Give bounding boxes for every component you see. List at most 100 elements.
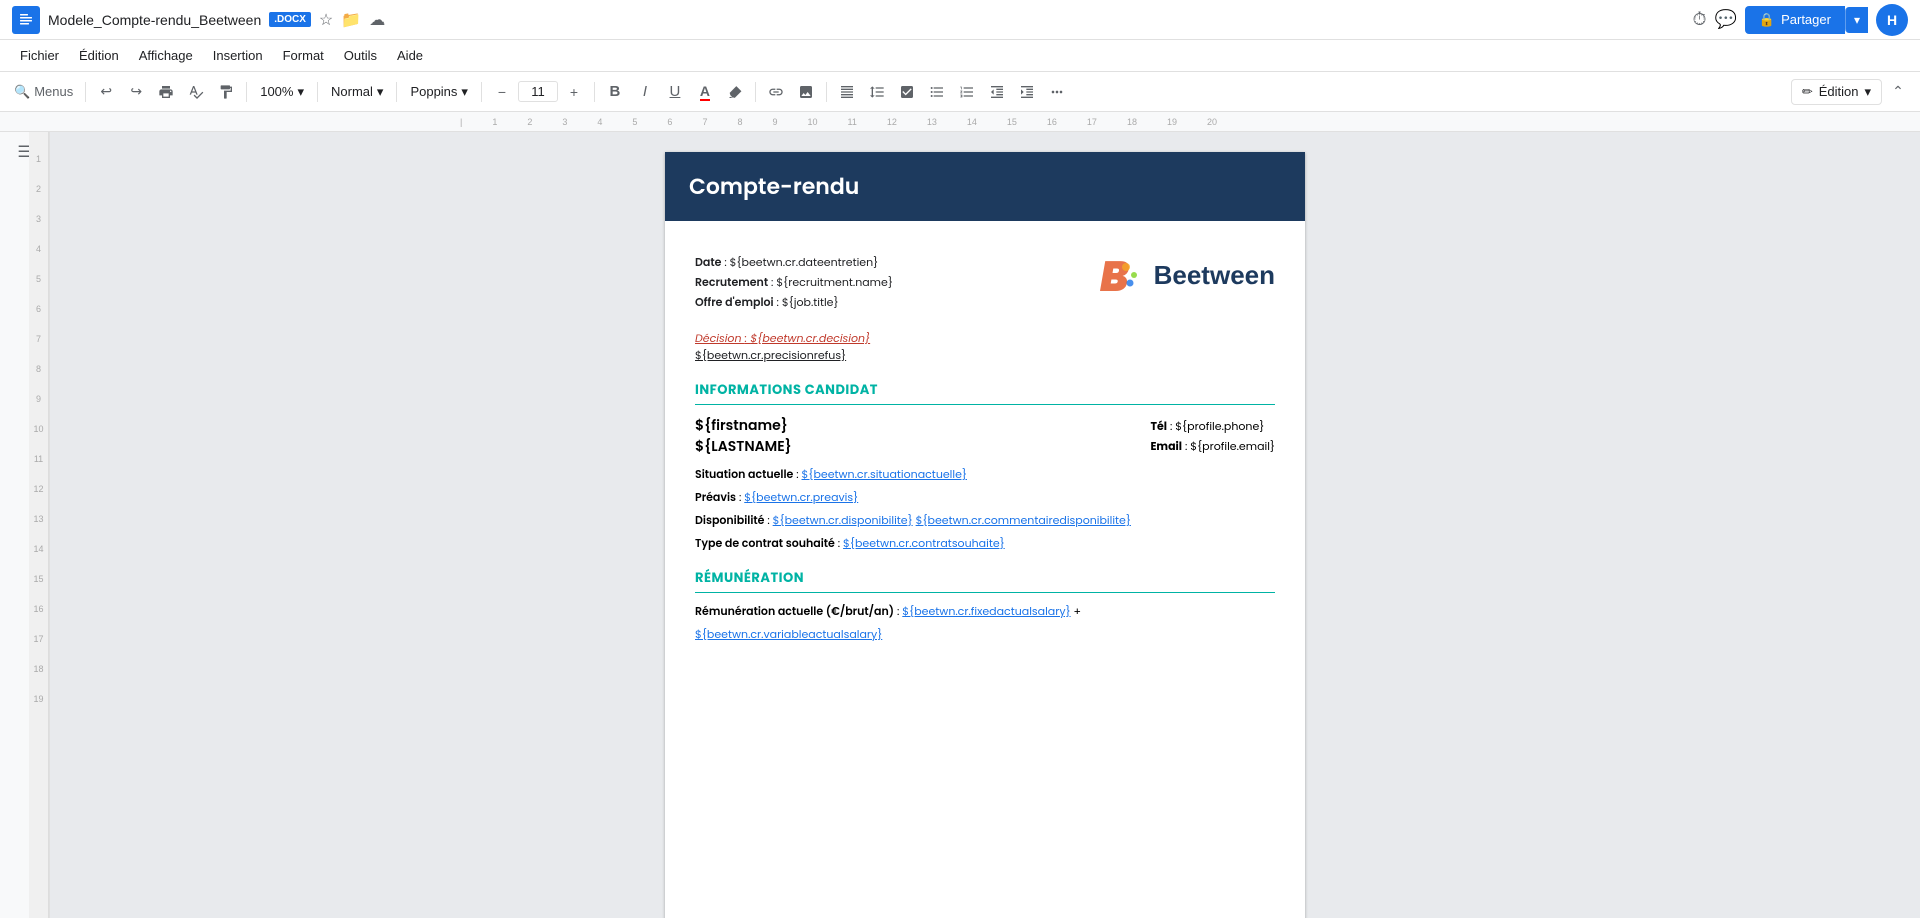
font-value: Poppins: [410, 84, 457, 99]
increase-indent-button[interactable]: [1013, 78, 1041, 106]
recrutement-field: Recrutement : ${recruitment.name}: [695, 274, 1098, 291]
image-button[interactable]: [792, 78, 820, 106]
numbered-list-button[interactable]: [953, 78, 981, 106]
share-button[interactable]: 🔒 Partager: [1745, 6, 1845, 34]
edition-button[interactable]: ✏ Édition ▾: [1791, 79, 1882, 105]
document-page: Compte-rendu Date : ${beetwn.cr.dateentr…: [665, 152, 1305, 918]
text-color-icon: A: [700, 83, 710, 101]
font-size-minus-button[interactable]: −: [488, 78, 516, 106]
underline-button[interactable]: U: [661, 78, 689, 106]
menu-aide[interactable]: Aide: [389, 44, 431, 67]
info-fields: Date : ${beetwn.cr.dateentretien} Recrut…: [695, 251, 1098, 314]
offre-label: Offre d'emploi: [695, 294, 774, 310]
bold-button[interactable]: B: [601, 78, 629, 106]
recrutement-value: ${recruitment.name}: [776, 274, 893, 290]
email-label: Email: [1150, 438, 1182, 454]
divider-4: [396, 82, 397, 102]
style-arrow: ▾: [377, 84, 384, 100]
title-bar: Modele_Compte-rendu_Beetween .DOCX ☆ 📁 ☁…: [0, 0, 1920, 40]
print-button[interactable]: [152, 78, 180, 106]
paint-format-button[interactable]: [212, 78, 240, 106]
share-dropdown-button[interactable]: ▾: [1845, 7, 1868, 33]
doc-area[interactable]: Compte-rendu Date : ${beetwn.cr.dateentr…: [50, 132, 1920, 918]
divider-6: [594, 82, 595, 102]
doc-header-band: Compte-rendu: [665, 152, 1305, 221]
decision-value: ${beetwn.cr.decision}: [750, 330, 870, 346]
doc-body: Date : ${beetwn.cr.dateentretien} Recrut…: [665, 221, 1305, 669]
italic-button[interactable]: I: [631, 78, 659, 106]
date-label: Date: [695, 254, 721, 270]
comment-icon[interactable]: 💬: [1714, 9, 1736, 30]
doc-icon: [12, 6, 40, 34]
divider-2: [246, 82, 247, 102]
font-size-plus-button[interactable]: +: [560, 78, 588, 106]
more-options-button[interactable]: [1043, 78, 1071, 106]
link-button[interactable]: [762, 78, 790, 106]
redo-button[interactable]: ↪: [122, 78, 150, 106]
text-color-button[interactable]: A: [691, 78, 719, 106]
tel-field: Tél : ${profile.phone}: [1150, 418, 1275, 435]
style-value: Normal: [331, 84, 373, 99]
firstname-field: ${firstname}: [695, 415, 792, 436]
share-group: 🔒 Partager ▾: [1745, 6, 1868, 34]
pencil-icon: ✏: [1802, 84, 1813, 100]
remun-variable-value: ${beetwn.cr.variableactualsalary}: [695, 626, 882, 642]
offre-field: Offre d'emploi : ${job.title}: [695, 294, 1098, 311]
bullet-list-button[interactable]: [923, 78, 951, 106]
divider-5: [481, 82, 482, 102]
menu-fichier[interactable]: Fichier: [12, 44, 67, 67]
star-icon[interactable]: ☆: [319, 10, 333, 30]
undo-button[interactable]: ↩: [92, 78, 120, 106]
spellcheck-button[interactable]: [182, 78, 210, 106]
menu-outils[interactable]: Outils: [336, 44, 385, 67]
menus-button[interactable]: 🔍 Menus: [8, 78, 79, 106]
dispo-value: ${beetwn.cr.disponibilite}: [773, 512, 913, 528]
history-icon[interactable]: ⏱: [1692, 9, 1706, 30]
folder-icon[interactable]: 📁: [341, 10, 361, 30]
decision-label: Décision: [695, 330, 742, 346]
style-select[interactable]: Normal ▾: [324, 80, 390, 104]
section-candidat-title: INFORMATIONS CANDIDAT: [695, 380, 1275, 405]
highlight-button[interactable]: [721, 78, 749, 106]
remun-plus: +: [1074, 603, 1082, 619]
doc-name: Modele_Compte-rendu_Beetween: [48, 12, 261, 28]
decision-section: Décision : ${beetwn.cr.decision} ${beetw…: [695, 330, 1275, 364]
decision-text: Décision : ${beetwn.cr.decision}: [695, 330, 870, 346]
toolbar: 🔍 Menus ↩ ↪ 100% ▾ Normal ▾ Poppins ▾ − …: [0, 72, 1920, 112]
info-logo-row: Date : ${beetwn.cr.dateentretien} Recrut…: [695, 251, 1275, 314]
section-remuneration-title: RÉMUNÉRATION: [695, 568, 1275, 593]
align-button[interactable]: [833, 78, 861, 106]
decision-field: Décision : ${beetwn.cr.decision}: [695, 330, 1275, 347]
preavis-row: Préavis : ${beetwn.cr.preavis}: [695, 489, 1275, 506]
edition-label: Édition: [1819, 84, 1859, 99]
logo-name: Beetween: [1154, 260, 1275, 291]
doc-badge: .DOCX: [269, 12, 311, 27]
email-value: ${profile.email}: [1190, 438, 1275, 454]
svg-text:B: B: [1100, 251, 1129, 299]
precision-value: ${beetwn.cr.precisionrefus}: [695, 347, 846, 363]
logo-b-icon: B: [1098, 251, 1146, 299]
divider-8: [826, 82, 827, 102]
contrat-row: Type de contrat souhaité : ${beetwn.cr.c…: [695, 535, 1275, 552]
line-spacing-button[interactable]: [863, 78, 891, 106]
share-label: Partager: [1781, 12, 1831, 27]
date-value: ${beetwn.cr.dateentretien}: [730, 254, 879, 270]
zoom-arrow: ▾: [297, 84, 304, 100]
menu-bar: Fichier Édition Affichage Insertion Form…: [0, 40, 1920, 72]
zoom-select[interactable]: 100% ▾: [253, 80, 311, 104]
divider-7: [755, 82, 756, 102]
font-select[interactable]: Poppins ▾: [403, 80, 475, 104]
font-size-input[interactable]: [518, 81, 558, 102]
menu-affichage[interactable]: Affichage: [131, 44, 201, 67]
divider-3: [317, 82, 318, 102]
menu-insertion[interactable]: Insertion: [205, 44, 271, 67]
cloud-icon[interactable]: ☁: [369, 10, 385, 30]
decrease-indent-button[interactable]: [983, 78, 1011, 106]
checklist-button[interactable]: [893, 78, 921, 106]
menu-format[interactable]: Format: [275, 44, 332, 67]
font-arrow: ▾: [461, 84, 468, 100]
collapse-toolbar-button[interactable]: ⌃: [1884, 78, 1912, 106]
candidate-contact: Tél : ${profile.phone} Email : ${profile…: [1150, 415, 1275, 458]
menu-edition[interactable]: Édition: [71, 44, 127, 67]
candidate-name-left: ${firstname} ${LASTNAME}: [695, 415, 792, 458]
